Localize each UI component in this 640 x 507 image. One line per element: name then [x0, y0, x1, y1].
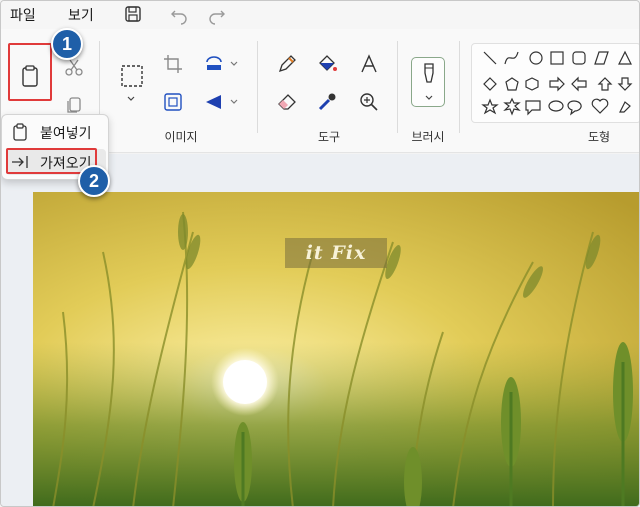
menu-bar: 파일 보기 — [1, 1, 639, 29]
undo-icon[interactable] — [168, 3, 190, 25]
selection-icon[interactable] — [119, 63, 145, 89]
group-label-brush: 브러시 — [411, 130, 445, 144]
fill-bucket-icon[interactable] — [316, 53, 338, 75]
shapes-gallery — [471, 43, 640, 124]
chevron-down-icon[interactable] — [230, 98, 238, 106]
scissors-icon[interactable] — [63, 57, 85, 79]
brush-button[interactable] — [411, 57, 445, 107]
callout-badge-2: 2 — [78, 165, 110, 197]
canvas-area: it Fix — [1, 154, 639, 506]
separator — [257, 41, 258, 133]
group-label-shapes: 도형 — [587, 130, 611, 144]
text-icon[interactable] — [358, 53, 380, 75]
flip-icon[interactable] — [203, 91, 225, 113]
group-label-image: 이미지 — [164, 130, 198, 144]
pencil-icon[interactable] — [276, 53, 298, 75]
canvas-image[interactable]: it Fix — [33, 192, 639, 506]
copy-icon[interactable] — [63, 93, 85, 115]
chevron-down-icon — [425, 95, 433, 100]
group-label-tools: 도구 — [317, 130, 341, 144]
paint-window: 파일 보기 이미지 도구 브러시 도형 it Fix 붙여넣기 가져오기 1 2 — [0, 0, 640, 507]
separator — [459, 41, 460, 133]
menu-item-paste[interactable]: 붙여넣기 — [6, 119, 106, 145]
paste-label: 붙여넣기 — [40, 126, 92, 142]
color-picker-icon[interactable] — [316, 91, 338, 113]
save-icon[interactable] — [122, 3, 144, 25]
highlight-paste-button — [8, 43, 52, 101]
callout-badge-1: 1 — [51, 28, 83, 60]
eraser-icon[interactable] — [276, 91, 298, 113]
crop-icon[interactable] — [162, 53, 184, 75]
menu-file[interactable]: 파일 — [10, 5, 36, 25]
chevron-down-icon[interactable] — [230, 60, 238, 68]
menu-view[interactable]: 보기 — [68, 5, 94, 25]
clipboard-icon — [13, 123, 27, 141]
separator — [397, 41, 398, 133]
redo-icon[interactable] — [206, 3, 228, 25]
brush-icon — [424, 63, 434, 83]
shapes-grid[interactable] — [472, 44, 640, 124]
resize-icon[interactable] — [162, 91, 184, 113]
watermark-text: it Fix — [285, 238, 387, 268]
chevron-down-icon[interactable] — [127, 95, 135, 103]
magnifier-icon[interactable] — [358, 91, 380, 113]
rotate-icon[interactable] — [203, 53, 225, 75]
